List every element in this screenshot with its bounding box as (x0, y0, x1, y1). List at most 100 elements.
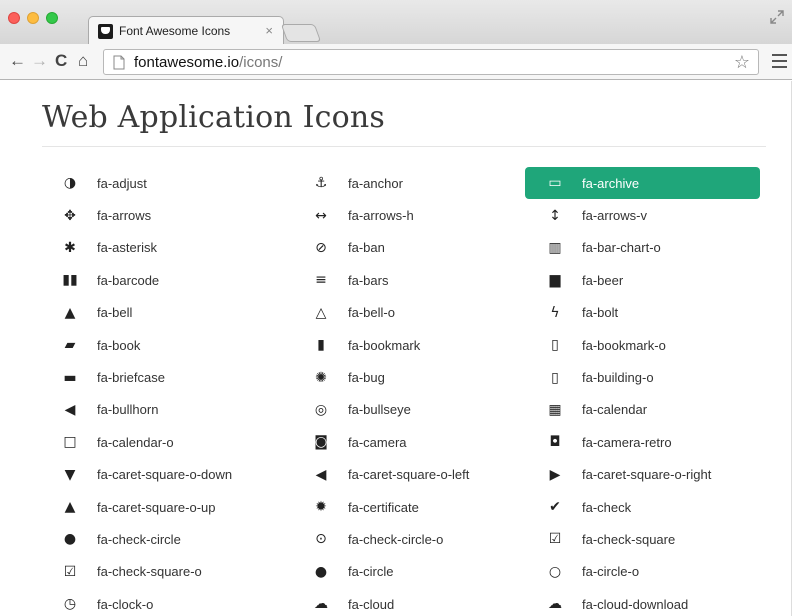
fa-cloud-icon: ☁ (314, 596, 328, 613)
fa-bell-icon: ▲ (64, 304, 76, 321)
icon-grid: ◑ fa-adjust ⚓ fa-anchor ▭ fa-archive ✥ fa-arrow… (54, 167, 766, 616)
icon-item-fa-caret-square-o-up[interactable]: ▲ fa-caret-square-o-up (54, 491, 305, 523)
tab-title: Font Awesome Icons (119, 24, 231, 38)
fa-bookmark-icon: ▮ (317, 337, 325, 354)
icon-item-fa-bullseye[interactable]: ◎ fa-bullseye (305, 394, 539, 426)
icon-label: fa-check (582, 499, 632, 515)
icon-item-fa-bookmark[interactable]: ▮ fa-bookmark (305, 329, 539, 361)
icon-label: fa-bug (348, 370, 385, 386)
icon-label: fa-bell (97, 305, 133, 321)
url-text[interactable]: fontawesome.io/icons/ (134, 54, 282, 71)
icon-label: fa-beer (582, 272, 624, 288)
icon-label: fa-ban (348, 240, 385, 256)
icon-item-fa-beer[interactable]: ▆ fa-beer (539, 264, 760, 296)
icon-label: fa-bullhorn (97, 402, 159, 418)
icon-item-fa-check-circle-o[interactable]: ⊙ fa-check-circle-o (305, 523, 539, 555)
close-window-button[interactable] (8, 12, 20, 24)
new-tab-button[interactable] (280, 24, 322, 42)
bookmark-star-icon[interactable]: ☆ (734, 52, 750, 73)
fa-bell-o-icon: △ (315, 304, 327, 321)
icon-label: fa-caret-square-o-right (582, 467, 712, 483)
icon-item-fa-arrows[interactable]: ✥ fa-arrows (54, 199, 305, 231)
icon-item-fa-bars[interactable]: ≡ fa-bars (305, 264, 539, 296)
icon-item-fa-ban[interactable]: ⊘ fa-ban (305, 232, 539, 264)
icon-item-fa-bookmark-o[interactable]: ▯ fa-bookmark-o (539, 329, 760, 361)
icon-item-fa-circle[interactable]: ● fa-circle (305, 556, 539, 588)
icon-item-fa-calendar-o[interactable]: □ fa-calendar-o (54, 426, 305, 458)
icon-item-fa-caret-square-o-down[interactable]: ▼ fa-caret-square-o-down (54, 459, 305, 491)
fa-bug-icon: ✺ (315, 369, 327, 386)
icon-item-fa-clock-o[interactable]: ◷ fa-clock-o (54, 588, 305, 616)
icon-item-fa-anchor[interactable]: ⚓ fa-anchor (305, 167, 539, 199)
home-icon[interactable]: ⌂ (78, 52, 88, 70)
icon-item-fa-calendar[interactable]: ▦ fa-calendar (539, 394, 760, 426)
icon-item-fa-bell[interactable]: ▲ fa-bell (54, 297, 305, 329)
icon-item-fa-barcode[interactable]: ▮▮ fa-barcode (54, 264, 305, 296)
icon-label: fa-building-o (582, 370, 654, 386)
fa-building-o-icon: ▯ (551, 369, 559, 386)
icon-label: fa-anchor (348, 175, 403, 191)
icon-item-fa-camera[interactable]: ◙ fa-camera (305, 426, 539, 458)
back-arrow-icon[interactable]: ← (9, 52, 26, 70)
url-host: fontawesome.io (134, 54, 240, 71)
icon-item-fa-cloud[interactable]: ☁ fa-cloud (305, 588, 539, 616)
icon-label: fa-circle (348, 564, 394, 580)
icon-item-fa-bar-chart-o[interactable]: ▥ fa-bar-chart-o (539, 232, 760, 264)
icon-item-fa-building-o[interactable]: ▯ fa-building-o (539, 361, 760, 393)
icon-item-fa-circle-o[interactable]: ○ fa-circle-o (539, 556, 760, 588)
fa-asterisk-icon: ✱ (64, 239, 76, 256)
icon-item-fa-book[interactable]: ▰ fa-book (54, 329, 305, 361)
tab-close-icon[interactable]: × (265, 23, 273, 38)
icon-item-fa-bell-o[interactable]: △ fa-bell-o (305, 297, 539, 329)
url-path: /icons/ (239, 54, 283, 71)
icon-item-fa-check[interactable]: ✔ fa-check (539, 491, 760, 523)
icon-label: fa-cloud-download (582, 596, 689, 612)
icon-item-fa-bug[interactable]: ✺ fa-bug (305, 361, 539, 393)
zoom-window-button[interactable] (46, 12, 58, 24)
icon-item-fa-caret-square-o-left[interactable]: ◀ fa-caret-square-o-left (305, 459, 539, 491)
icon-item-fa-certificate[interactable]: ✹ fa-certificate (305, 491, 539, 523)
fa-briefcase-icon: ▬ (63, 369, 77, 386)
icon-item-fa-bullhorn[interactable]: ◀ fa-bullhorn (54, 394, 305, 426)
address-bar[interactable]: fontawesome.io/icons/ ☆ (103, 49, 759, 75)
icon-item-fa-briefcase[interactable]: ▬ fa-briefcase (54, 361, 305, 393)
icon-item-fa-arrows-v[interactable]: ↕ fa-arrows-v (539, 199, 760, 231)
fa-certificate-icon: ✹ (315, 499, 327, 516)
icon-label: fa-camera-retro (582, 434, 672, 450)
icon-label: fa-caret-square-o-down (97, 467, 233, 483)
fa-caret-square-o-left-icon: ◀ (315, 466, 327, 483)
icon-item-fa-camera-retro[interactable]: ◘ fa-camera-retro (539, 426, 760, 458)
icon-label: fa-bolt (582, 305, 619, 321)
chrome-menu-icon[interactable] (772, 54, 787, 68)
page-icon (113, 55, 125, 70)
forward-arrow-icon[interactable]: → (31, 52, 48, 70)
fa-circle-o-icon: ○ (548, 563, 562, 580)
browser-titlebar: Font Awesome Icons × (0, 0, 792, 44)
icon-item-fa-cloud-download[interactable]: ☁ fa-cloud-download (539, 588, 760, 616)
icon-item-fa-check-circle[interactable]: ● fa-check-circle (54, 523, 305, 555)
icon-label: fa-caret-square-o-up (97, 499, 216, 515)
fa-check-circle-o-icon: ⊙ (315, 531, 327, 548)
icon-label: fa-arrows (97, 208, 152, 224)
icon-label: fa-circle-o (582, 564, 640, 580)
fa-caret-square-o-down-icon: ▼ (64, 466, 76, 483)
fa-clock-o-icon: ◷ (63, 596, 77, 613)
reload-icon[interactable]: C (55, 52, 67, 70)
icon-item-fa-caret-square-o-right[interactable]: ▶ fa-caret-square-o-right (539, 459, 760, 491)
browser-tab[interactable]: Font Awesome Icons × (88, 16, 284, 44)
icon-label: fa-arrows-h (348, 208, 414, 224)
fa-arrows-h-icon: ↔ (315, 207, 327, 224)
fa-check-circle-icon: ● (63, 531, 77, 548)
icon-label: fa-calendar-o (97, 434, 174, 450)
icon-item-fa-bolt[interactable]: ϟ fa-bolt (539, 297, 760, 329)
icon-item-fa-check-square-o[interactable]: ☑ fa-check-square-o (54, 556, 305, 588)
fullscreen-icon[interactable] (770, 10, 784, 24)
icon-item-fa-archive[interactable]: ▭ fa-archive (525, 167, 760, 200)
icon-item-fa-adjust[interactable]: ◑ fa-adjust (54, 167, 305, 199)
icon-item-fa-check-square[interactable]: ☑ fa-check-square (539, 523, 760, 555)
fa-archive-icon: ▭ (548, 175, 562, 192)
icon-item-fa-asterisk[interactable]: ✱ fa-asterisk (54, 232, 305, 264)
font-awesome-favicon-icon (98, 24, 113, 39)
icon-item-fa-arrows-h[interactable]: ↔ fa-arrows-h (305, 199, 539, 231)
minimize-window-button[interactable] (27, 12, 39, 24)
